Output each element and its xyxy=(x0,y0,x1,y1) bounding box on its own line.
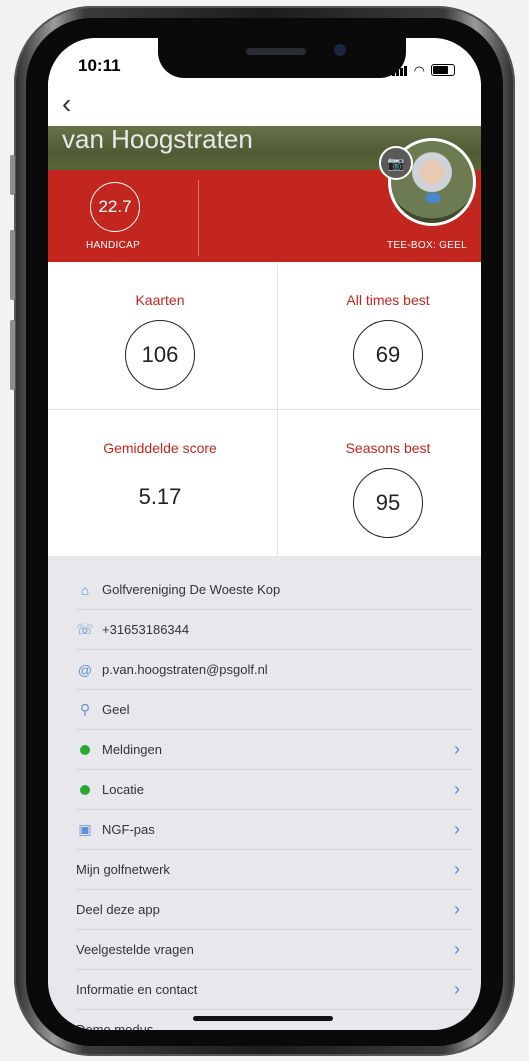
stat-average-value: 5.17 xyxy=(138,484,182,509)
mute-switch xyxy=(10,155,15,195)
front-camera xyxy=(334,44,346,56)
chevron-right-icon: › xyxy=(454,1019,460,1030)
stat-season-value: 95 xyxy=(353,468,423,538)
email-address: p.van.hoogstraten@psgolf.nl xyxy=(102,662,268,677)
id-card-icon: ▣ xyxy=(78,821,92,837)
wifi-icon: ◠ xyxy=(413,63,425,78)
club-name: Golfvereniging De Woeste Kop xyxy=(102,582,281,597)
phone-number: +31653186344 xyxy=(102,622,190,637)
share-label: Deel deze app xyxy=(76,902,160,917)
stat-season-label: Seasons best xyxy=(345,440,431,456)
chevron-right-icon: › xyxy=(454,739,460,759)
notifications-label: Meldingen xyxy=(102,742,162,757)
location-row[interactable]: Locatie › xyxy=(76,770,472,810)
volume-up-button xyxy=(10,230,15,300)
stat-best-value: 69 xyxy=(353,320,423,390)
network-row[interactable]: Mijn golfnetwerk › xyxy=(76,850,472,890)
phone-row[interactable]: ☏ +31653186344 xyxy=(76,610,472,650)
stats-grid: Kaarten 106 All times best 69 Gemiddelde… xyxy=(48,262,481,556)
tee-color: Geel xyxy=(102,702,130,717)
faq-label: Veelgestelde vragen xyxy=(76,942,194,957)
battery-icon xyxy=(431,64,455,76)
location-pin-icon: ⚲ xyxy=(79,701,91,717)
speaker xyxy=(246,48,306,55)
stat-best: All times best 69 xyxy=(280,262,481,408)
network-label: Mijn golfnetwerk xyxy=(76,862,170,877)
faq-row[interactable]: Veelgestelde vragen › xyxy=(76,930,472,970)
stat-average-label: Gemiddelde score xyxy=(103,440,217,456)
home-icon: ⌂ xyxy=(80,581,90,598)
profile-name: van Hoogstraten xyxy=(62,124,253,154)
contact-label: Informatie en contact xyxy=(76,982,198,997)
status-dot-icon xyxy=(80,744,90,755)
screen: 10:11 ◠ ‹ van Hoogstraten 22.7 HANDICAP … xyxy=(48,38,481,1030)
phone-icon: ☏ xyxy=(76,621,94,637)
stat-season: Seasons best 95 xyxy=(280,410,481,556)
chevron-right-icon: › xyxy=(454,979,460,999)
share-row[interactable]: Deel deze app › xyxy=(76,890,472,930)
profile-list: ⌂ Golfvereniging De Woeste Kop ☏ +316531… xyxy=(48,570,481,1030)
demo-label: Demo modus xyxy=(76,1022,154,1030)
back-button[interactable]: ‹ xyxy=(62,88,71,120)
chevron-right-icon: › xyxy=(454,779,460,799)
header-divider xyxy=(198,180,199,256)
nav-bar: ‹ xyxy=(48,82,481,126)
chevron-right-icon: › xyxy=(454,899,460,919)
stat-best-label: All times best xyxy=(346,292,430,308)
status-dot-icon xyxy=(80,784,90,795)
stat-cards-value: 106 xyxy=(125,320,195,390)
notifications-row[interactable]: Meldingen › xyxy=(76,730,472,770)
chevron-right-icon: › xyxy=(454,819,460,839)
status-time: 10:11 xyxy=(78,56,121,75)
stat-cards-label: Kaarten xyxy=(135,292,185,308)
tee-box-label: TEE-BOX: GEEL xyxy=(386,240,467,251)
home-indicator[interactable] xyxy=(193,1016,333,1021)
tee-row: ⚲ Geel xyxy=(76,690,472,730)
handicap-value: 22.7 xyxy=(90,182,140,232)
email-icon: @ xyxy=(77,661,93,678)
contact-row[interactable]: Informatie en contact › xyxy=(76,970,472,1010)
club-row: ⌂ Golfvereniging De Woeste Kop xyxy=(76,570,472,610)
ngf-pass-row[interactable]: ▣ NGF-pas › xyxy=(76,810,472,850)
stat-average: Gemiddelde score 5.17 xyxy=(52,410,268,556)
stat-cards: Kaarten 106 xyxy=(52,262,268,408)
camera-icon[interactable]: 📷 xyxy=(379,146,413,180)
location-label: Locatie xyxy=(102,782,144,797)
handicap-label: HANDICAP xyxy=(86,240,141,251)
chevron-right-icon: › xyxy=(454,939,460,959)
email-row[interactable]: @ p.van.hoogstraten@psgolf.nl xyxy=(76,650,472,690)
volume-down-button xyxy=(10,320,15,390)
chevron-right-icon: › xyxy=(454,859,460,879)
ngf-pass-label: NGF-pas xyxy=(102,822,155,837)
notch xyxy=(158,38,406,78)
